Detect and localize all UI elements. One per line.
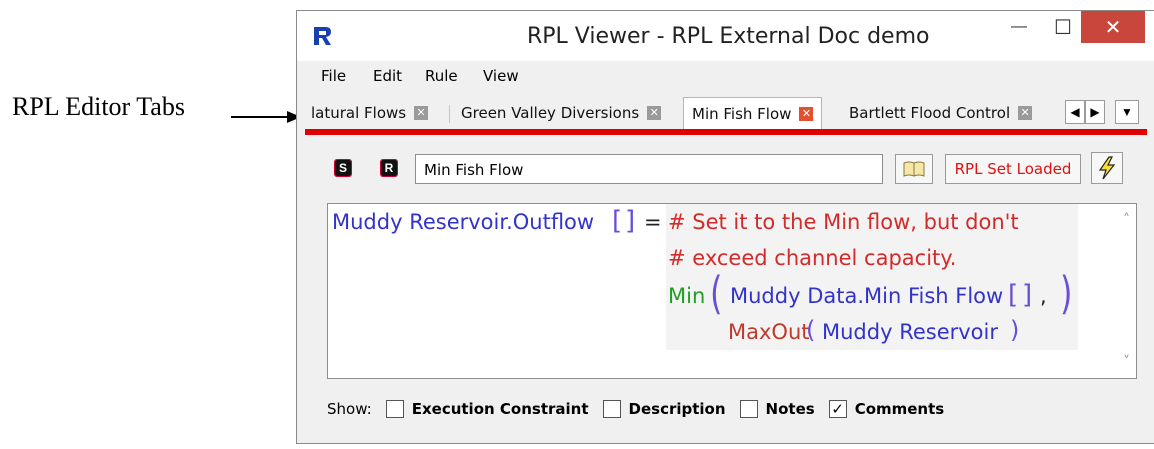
tab-label: Min Fish Flow [692, 104, 792, 123]
book-icon [903, 161, 925, 177]
comments-checkbox[interactable]: ✓ [828, 400, 847, 418]
tab-min-fish-flow[interactable]: Min Fish Flow ✕ [683, 97, 823, 129]
chevron-down-icon: ▼ [1121, 105, 1133, 119]
execution-constraint-checkbox[interactable] [385, 400, 404, 418]
rule-name-input[interactable]: Min Fish Flow [415, 154, 883, 184]
tab-label: Green Valley Diversions [461, 104, 640, 122]
comment-line-1: # Set it to the Min flow, but don't [668, 210, 1019, 234]
tab-close-icon[interactable]: ✕ [1018, 106, 1033, 120]
menu-rule[interactable]: Rule [425, 67, 458, 85]
callout-arrow-icon [231, 111, 301, 123]
window-title: RPL Viewer - RPL External Doc demo [527, 24, 930, 49]
arg-comma: , [1040, 284, 1047, 308]
tab-natural-flows[interactable]: latural Flows ✕ [311, 99, 429, 127]
lhs-slot[interactable]: Muddy Reservoir.Outflow [332, 210, 594, 234]
arg1-slot[interactable]: Muddy Data.Min Fish Flow [730, 284, 1003, 308]
rpl-viewer-window: RPL Viewer - RPL External Doc demo — ☐ ✕… [296, 10, 1154, 444]
tab-green-valley-diversions[interactable]: Green Valley Diversions ✕ [461, 99, 662, 127]
close-icon: ✕ [1104, 16, 1122, 39]
notes-checkbox[interactable] [739, 400, 758, 418]
notes-label: Notes [765, 400, 815, 418]
maximize-button[interactable]: ☐ [1043, 11, 1083, 43]
tab-close-icon[interactable]: ✕ [799, 106, 814, 121]
rpl-expression-editor[interactable]: Muddy Reservoir.Outflow [ ] = # Set it t… [327, 203, 1137, 379]
tab-bartlett-flood-control[interactable]: Bartlett Flood Control ✕ [849, 99, 1033, 127]
scroll-down-icon[interactable]: ˅ [1123, 354, 1130, 370]
maximize-icon: ☐ [1054, 16, 1072, 39]
evaluate-button[interactable] [1091, 152, 1123, 184]
tab-close-icon[interactable]: ✕ [414, 106, 429, 120]
lhs-bracket-close: ] [625, 206, 636, 236]
tab-list-menu-button[interactable]: ▼ [1115, 100, 1139, 124]
lightning-bolt-icon [1098, 156, 1116, 180]
menu-file[interactable]: File [321, 67, 346, 85]
arrow-right-icon: ▶ [1090, 105, 1100, 119]
min-paren-close: ) [1060, 266, 1073, 320]
s-button[interactable]: S [334, 159, 352, 177]
minimize-button[interactable]: — [999, 11, 1039, 43]
equals-sign: = [644, 210, 662, 234]
execution-constraint-label: Execution Constraint [411, 400, 589, 418]
show-label: Show: [327, 400, 372, 418]
scroll-up-icon[interactable]: ˄ [1123, 212, 1130, 228]
rpl-editor-panel: S R Min Fish Flow RPL Set Loaded Muddy R… [305, 135, 1147, 435]
book-button[interactable] [895, 154, 933, 184]
arg2-slot[interactable]: Muddy Reservoir [822, 320, 998, 344]
arg1-bracket-close: ] [1022, 280, 1033, 310]
show-options-row: Show: Execution Constraint Description N… [327, 397, 958, 421]
tab-scroll-left-button[interactable]: ◀ [1065, 100, 1085, 124]
menu-edit[interactable]: Edit [373, 67, 402, 85]
rpl-editor-tabs: latural Flows ✕ Green Valley Diversions … [297, 97, 1154, 129]
title-bar: RPL Viewer - RPL External Doc demo — ☐ ✕ [297, 11, 1154, 61]
description-label: Description [628, 400, 726, 418]
rpl-set-loaded-button[interactable]: RPL Set Loaded [945, 154, 1081, 184]
minimize-icon: — [1011, 18, 1027, 35]
arg1-bracket-open: [ [1008, 280, 1019, 310]
lhs-bracket-open: [ [612, 206, 623, 236]
min-function[interactable]: Min [668, 284, 705, 308]
tab-label: Bartlett Flood Control [849, 104, 1011, 122]
maxout-paren-open: ( [806, 316, 816, 344]
maxout-paren-close: ) [1010, 316, 1020, 344]
tab-close-icon[interactable]: ✕ [647, 106, 662, 120]
min-paren-open: ( [710, 266, 723, 320]
r-button[interactable]: R [380, 159, 398, 177]
arrow-left-icon: ◀ [1070, 105, 1080, 119]
tab-scroll-right-button[interactable]: ▶ [1085, 100, 1105, 124]
menu-view[interactable]: View [483, 67, 519, 85]
close-button[interactable]: ✕ [1081, 11, 1145, 43]
callout-label: RPL Editor Tabs [12, 92, 185, 121]
tab-label: latural Flows [311, 104, 407, 122]
riverware-logo-icon [311, 25, 333, 47]
maxout-function[interactable]: MaxOut [728, 320, 810, 344]
comments-label: Comments [854, 400, 945, 418]
tab-divider [449, 105, 450, 123]
description-checkbox[interactable] [602, 400, 621, 418]
